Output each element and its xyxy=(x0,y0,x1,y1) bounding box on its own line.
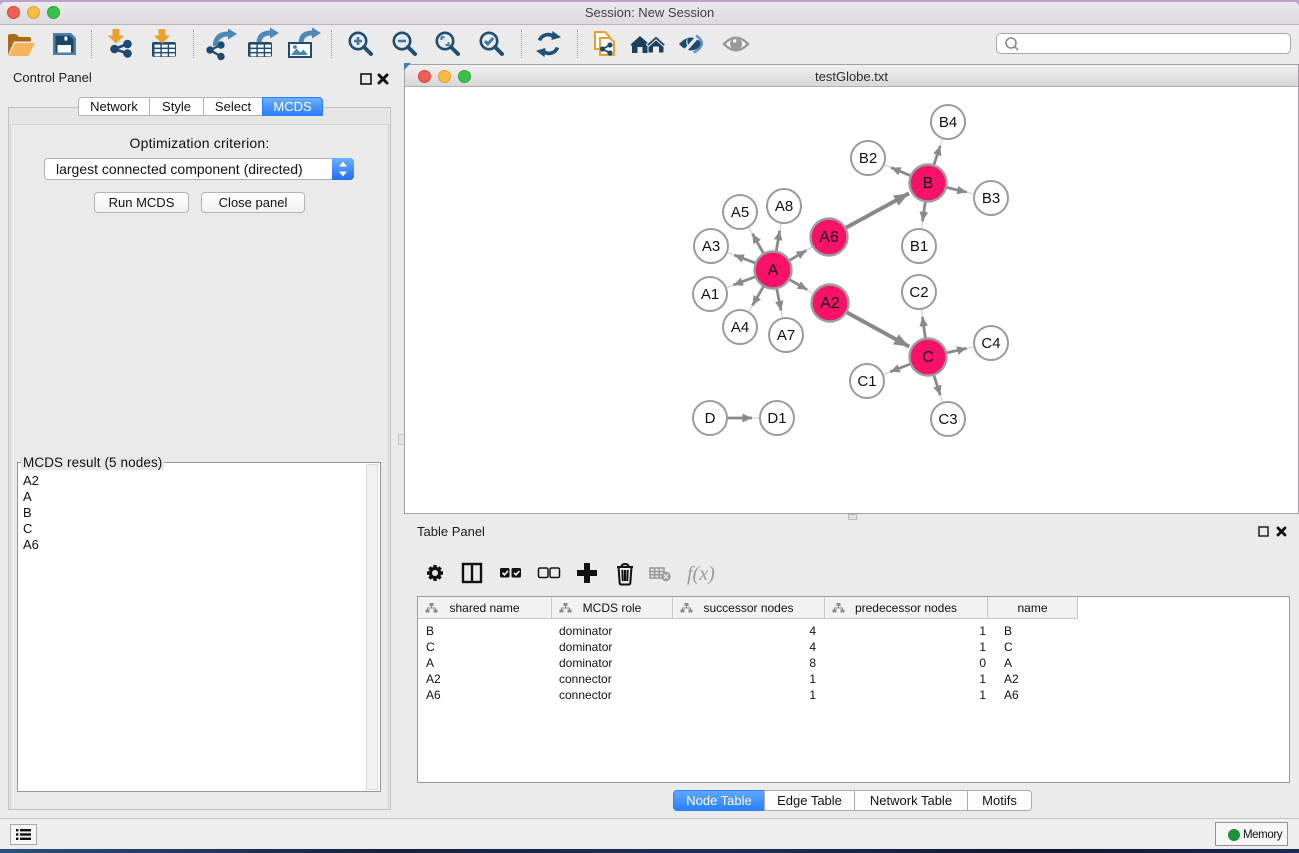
svg-text:A2: A2 xyxy=(820,295,840,312)
svg-text:A1: A1 xyxy=(701,286,719,303)
svg-text:A3: A3 xyxy=(702,238,720,255)
svg-text:B2: B2 xyxy=(859,150,877,167)
svg-text:f(x): f(x) xyxy=(687,563,715,585)
svg-text:B3: B3 xyxy=(982,190,1000,207)
svg-text:A: A xyxy=(768,262,779,279)
svg-text:B1: B1 xyxy=(910,238,928,255)
svg-text:C3: C3 xyxy=(938,411,957,428)
svg-text:A6: A6 xyxy=(819,229,839,246)
svg-text:C: C xyxy=(922,349,934,366)
svg-text:C1: C1 xyxy=(857,373,876,390)
svg-text:B: B xyxy=(923,175,934,192)
svg-text:A4: A4 xyxy=(731,319,749,336)
svg-text:C2: C2 xyxy=(909,284,928,301)
svg-text:B4: B4 xyxy=(939,114,957,131)
svg-text:A5: A5 xyxy=(731,204,749,221)
svg-text:C4: C4 xyxy=(981,335,1000,352)
svg-text:D: D xyxy=(705,410,716,427)
svg-text:A8: A8 xyxy=(775,198,793,215)
svg-text:D1: D1 xyxy=(767,410,786,427)
svg-text:A7: A7 xyxy=(777,327,795,344)
